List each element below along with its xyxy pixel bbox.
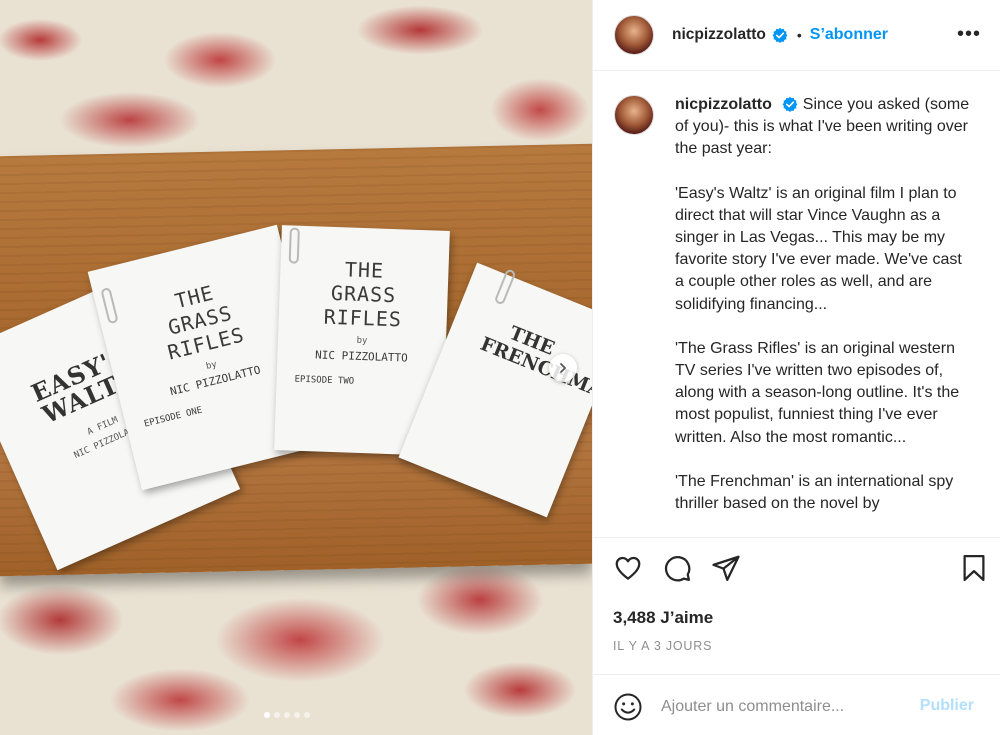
- avatar[interactable]: [614, 95, 654, 135]
- post-timestamp[interactable]: IL Y A 3 JOURS: [613, 639, 712, 653]
- comment-input[interactable]: [661, 694, 901, 720]
- likes-count[interactable]: 3,488 J’aime: [613, 608, 713, 628]
- username-link[interactable]: nicpizzolatto: [672, 26, 766, 44]
- more-options-icon[interactable]: •••: [957, 23, 981, 46]
- emoji-icon[interactable]: [613, 692, 643, 722]
- caption-scroll-area[interactable]: nicpizzolatto Since you asked (some of y…: [593, 71, 1000, 538]
- caption-paragraph: 'The Grass Rifles' is an original wester…: [675, 339, 960, 446]
- paper-clip-icon: [493, 268, 517, 306]
- verified-badge-icon: [782, 96, 798, 112]
- script-title: THE GRASS RIFLES: [323, 257, 403, 332]
- verified-badge-icon: [772, 27, 788, 43]
- post-actions: [593, 553, 1000, 589]
- caption-paragraph: 'The Frenchman' is an international spy …: [675, 472, 954, 513]
- carousel-dot: [294, 712, 300, 718]
- script-by: by: [356, 335, 368, 347]
- carousel-next-button[interactable]: [549, 354, 577, 382]
- chevron-right-icon: [560, 363, 566, 373]
- follow-button[interactable]: S’abonner: [810, 26, 888, 44]
- caption-paragraph: 'Easy's Waltz' is an original film I pla…: [675, 184, 962, 313]
- like-heart-icon[interactable]: [613, 553, 643, 583]
- post-photo[interactable]: EASY'S WALTZ A FILM NIC PIZZOLATTO THE G…: [0, 0, 592, 735]
- comment-bar: Publier: [593, 674, 1000, 735]
- post-header: nicpizzolatto • S’abonner •••: [593, 0, 1000, 71]
- carousel-indicator: [264, 712, 310, 718]
- caption-paragraph: nicpizzolatto Since you asked (some of y…: [675, 94, 975, 161]
- paper-clip-icon: [288, 227, 300, 264]
- save-bookmark-icon[interactable]: [959, 553, 989, 583]
- avatar[interactable]: [614, 15, 654, 55]
- script-title: THE FRENCHMAN: [477, 321, 592, 409]
- script-episode: EPISODE TWO: [294, 374, 355, 387]
- comment-icon[interactable]: [662, 553, 692, 583]
- carousel-dot: [274, 712, 280, 718]
- script-author: NIC PIZZOLATTO: [314, 348, 408, 365]
- username-link[interactable]: nicpizzolatto: [675, 96, 772, 113]
- carousel-dot: [284, 712, 290, 718]
- post-sidebar: nicpizzolatto • S’abonner ••• nicpizzola…: [592, 0, 1000, 735]
- share-send-icon[interactable]: [711, 553, 741, 583]
- carousel-dot: [304, 712, 310, 718]
- post-caption: nicpizzolatto Since you asked (some of y…: [675, 94, 975, 537]
- carousel-dot: [264, 712, 270, 718]
- publish-button[interactable]: Publier: [920, 697, 974, 715]
- separator-dot: •: [796, 27, 802, 43]
